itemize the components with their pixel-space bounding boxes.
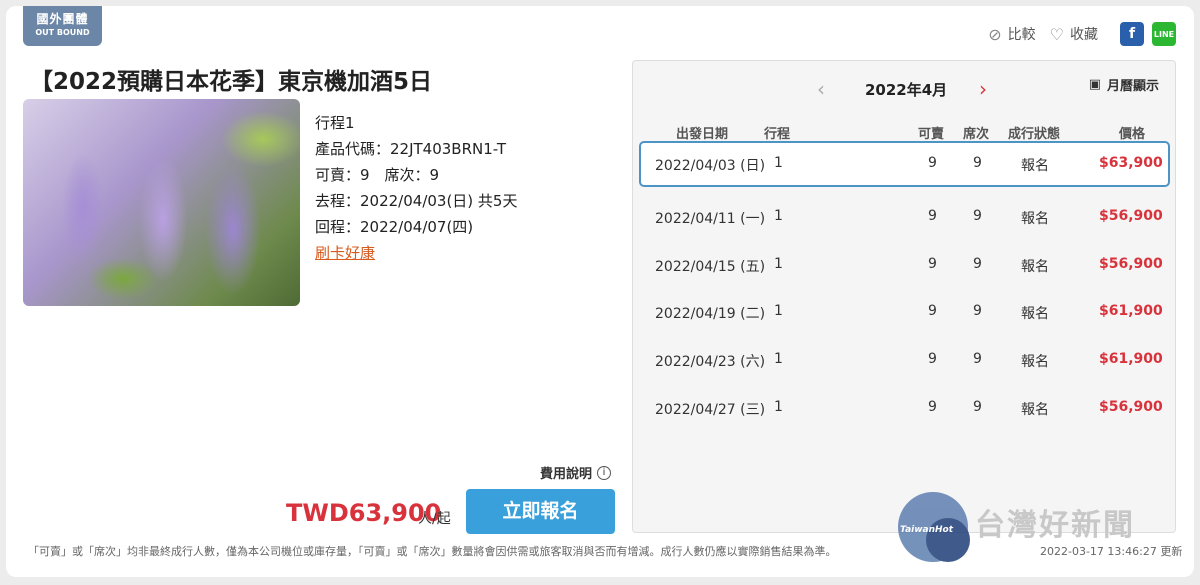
calendar-view-toggle[interactable]: ▣ 月曆顯示 (1089, 75, 1159, 94)
row-seats: 9 (973, 303, 982, 319)
product-code: 產品代碼：22JT403BRN1-T (315, 140, 506, 158)
departure-calendar-panel: ‹ 2022年4月 › ▣ 月曆顯示 出發日期 行程 可賣 席次 成行狀態 價格… (632, 60, 1176, 533)
row-price: $61,900 (1099, 303, 1163, 319)
compare-button[interactable]: ⊘ 比較 (988, 24, 1035, 44)
top-actions: ⊘ 比較 ♡ 收藏 f LINE (988, 22, 1176, 46)
row-itin: 1 (774, 155, 783, 171)
departure-row[interactable]: 2022/04/11 (一) 1 9 9 報名 $56,900 (639, 194, 1170, 240)
row-price: $56,900 (1099, 256, 1163, 272)
update-timestamp: 2022-03-17 13:46:27 更新 (1040, 545, 1183, 558)
row-seats: 9 (973, 351, 982, 367)
return-info: 回程：2022/04/07(四) (315, 218, 474, 236)
departure-row[interactable]: 2022/04/15 (五) 1 9 9 報名 $56,900 (639, 242, 1170, 288)
row-itin: 1 (774, 399, 783, 415)
row-avail: 9 (928, 303, 937, 319)
disclaimer-note: 「可賣」或「席次」均非最終成行人數，僅為本公司機位或庫存量，「可賣」或「席次」數… (28, 545, 837, 558)
row-price: $61,900 (1099, 351, 1163, 367)
fee-label: 費用說明 (540, 467, 593, 482)
departure-row[interactable]: 2022/04/23 (六) 1 9 9 報名 $61,900 (639, 337, 1170, 383)
heart-icon: ♡ (1049, 24, 1064, 44)
departure-row[interactable]: 2022/04/03 (日) 1 9 9 報名 $63,900 (639, 141, 1170, 187)
line-share-icon[interactable]: LINE (1152, 22, 1176, 46)
promo-link[interactable]: 刷卡好康 (315, 240, 517, 266)
row-itin: 1 (774, 351, 783, 367)
seat-info: 可賣：9 席次：9 (315, 166, 440, 184)
price-unit: 人/起 (418, 511, 451, 527)
compare-label: 比較 (1007, 27, 1036, 43)
watermark-text: 台灣好新聞 (975, 508, 1135, 543)
prev-month-icon[interactable]: ‹ (817, 77, 825, 101)
header-date: 出發日期 (676, 127, 729, 142)
row-date: 2022/04/15 (五) (655, 259, 766, 275)
header-status: 成行狀態 (1008, 127, 1061, 142)
calendar-toggle-label: 月曆顯示 (1106, 79, 1159, 94)
row-status: 報名 (1021, 158, 1049, 174)
row-status: 報名 (1021, 211, 1049, 227)
next-month-icon[interactable]: › (979, 77, 987, 101)
badge-zh: 國外團體 (36, 12, 89, 26)
row-avail: 9 (928, 399, 937, 415)
info-icon: i (597, 465, 612, 480)
row-avail: 9 (928, 256, 937, 272)
row-date: 2022/04/27 (三) (655, 402, 766, 418)
row-itin: 1 (774, 303, 783, 319)
itinerary-label: 行程1 (315, 114, 355, 132)
row-date: 2022/04/11 (一) (655, 211, 766, 227)
row-avail: 9 (928, 351, 937, 367)
departure-row[interactable]: 2022/04/27 (三) 1 9 9 報名 $56,900 (639, 385, 1170, 431)
product-info: 行程1 產品代碼：22JT403BRN1-T 可賣：9 席次：9 去程：2022… (315, 110, 517, 266)
month-label: 2022年4月 (865, 81, 948, 99)
product-photo (23, 99, 300, 306)
row-avail: 9 (928, 208, 937, 224)
departure-row[interactable]: 2022/04/19 (二) 1 9 9 報名 $61,900 (639, 289, 1170, 335)
row-seats: 9 (973, 399, 982, 415)
row-itin: 1 (774, 208, 783, 224)
outbound-badge: 國外團體 OUT BOUND (23, 6, 102, 46)
fee-info-link[interactable]: 費用說明 i (540, 463, 612, 482)
badge-en: OUT BOUND (35, 28, 90, 37)
row-status: 報名 (1021, 306, 1049, 322)
watermark-logo: TaiwanHot (898, 492, 970, 562)
row-status: 報名 (1021, 354, 1049, 370)
favorite-button[interactable]: ♡ 收藏 (1050, 24, 1098, 44)
row-status: 報名 (1021, 259, 1049, 275)
compare-icon: ⊘ (988, 24, 1002, 44)
header-itinerary: 行程 (764, 127, 791, 142)
row-seats: 9 (973, 208, 982, 224)
row-price: $56,900 (1099, 208, 1163, 224)
depart-info: 去程：2022/04/03(日) 共5天 (315, 192, 518, 210)
header-avail: 可賣 (918, 127, 945, 142)
row-date: 2022/04/19 (二) (655, 306, 766, 322)
row-itin: 1 (774, 256, 783, 272)
favorite-label: 收藏 (1070, 27, 1098, 43)
row-status: 報名 (1021, 402, 1049, 418)
row-date: 2022/04/23 (六) (655, 354, 766, 370)
product-title: 【2022預購日本花季】東京機加酒5日 (30, 69, 433, 95)
row-avail: 9 (928, 155, 937, 171)
calendar-icon: ▣ (1088, 77, 1101, 92)
row-seats: 9 (973, 155, 982, 171)
row-price: $56,900 (1099, 399, 1163, 415)
book-now-button[interactable]: 立即報名 (466, 489, 615, 534)
row-price: $63,900 (1099, 155, 1163, 171)
header-seats: 席次 (963, 127, 990, 142)
header-price: 價格 (1119, 127, 1146, 142)
facebook-share-icon[interactable]: f (1120, 22, 1144, 46)
row-seats: 9 (973, 256, 982, 272)
row-date: 2022/04/03 (日) (655, 158, 766, 174)
watermark-logo-text: TaiwanHot (900, 525, 954, 535)
